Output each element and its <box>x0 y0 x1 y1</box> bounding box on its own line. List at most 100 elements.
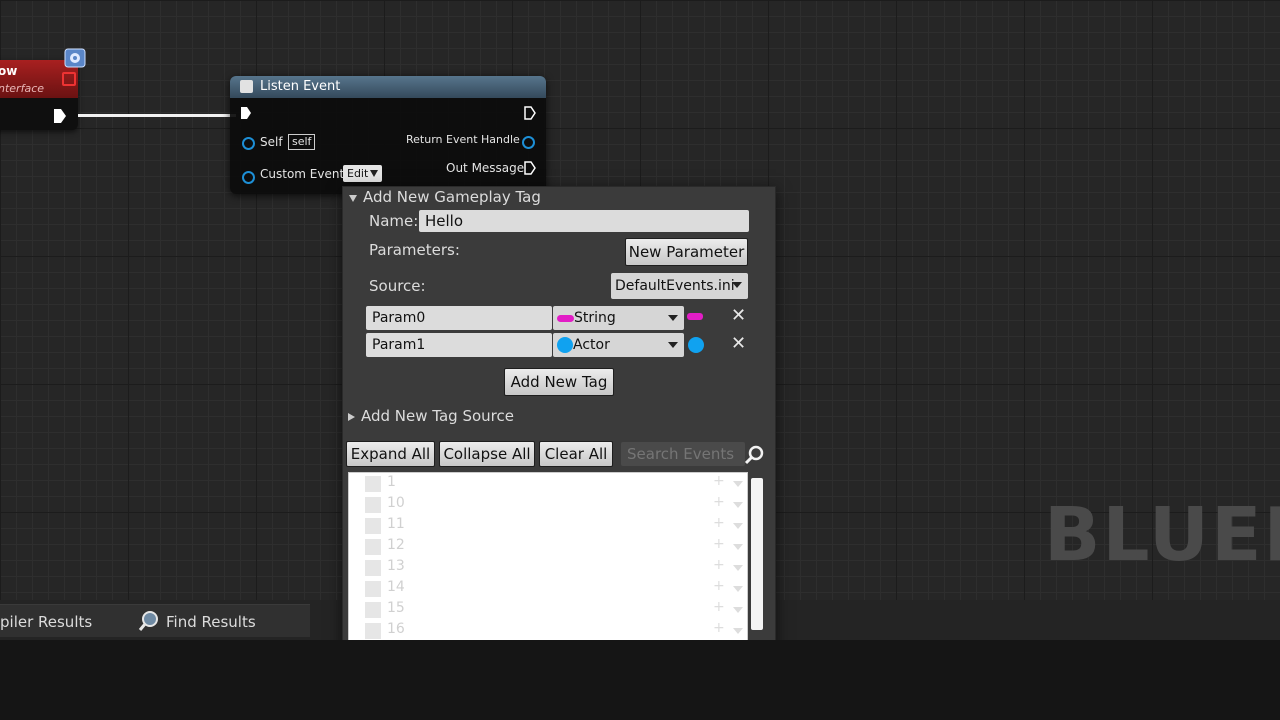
search-icon[interactable] <box>744 444 766 466</box>
find-results-search-icon <box>138 611 158 631</box>
exec-wire <box>78 114 236 117</box>
add-new-tag-source-header[interactable]: Add New Tag Source <box>348 407 514 425</box>
tag-checkbox[interactable] <box>365 602 381 618</box>
custom-event-pin[interactable] <box>242 171 255 184</box>
new-parameter-button[interactable]: New Parameter <box>625 238 748 266</box>
add-subtag-icon[interactable]: + <box>713 599 725 615</box>
node-title: Listen Event <box>260 79 341 94</box>
add-new-gameplay-tag-header[interactable]: Add New Gameplay Tag <box>349 188 541 206</box>
tag-checkbox[interactable] <box>365 476 381 492</box>
list-item[interactable]: 1 + <box>349 473 747 494</box>
expand-arrow-icon <box>348 413 355 421</box>
list-item[interactable]: 12 + <box>349 536 747 557</box>
custom-event-label: Custom Event <box>260 167 345 181</box>
chevron-down-icon[interactable] <box>733 481 743 487</box>
expand-all-button[interactable]: Expand All <box>346 441 435 467</box>
add-subtag-icon[interactable]: + <box>713 473 725 489</box>
self-value: self <box>288 134 316 150</box>
param1-type-value: Actor <box>573 337 610 353</box>
add-tag-source-label: Add New Tag Source <box>361 407 514 425</box>
tag-label: 16 <box>387 621 405 637</box>
chevron-down-icon[interactable] <box>733 544 743 550</box>
clear-all-button[interactable]: Clear All <box>539 441 613 467</box>
search-events-input[interactable] <box>621 442 745 466</box>
param0-type-dropdown[interactable]: String <box>553 306 684 330</box>
remove-param1-button[interactable]: ✕ <box>731 335 746 353</box>
list-scrollbar-thumb[interactable] <box>751 478 763 630</box>
chevron-down-icon <box>732 282 742 288</box>
add-subtag-icon[interactable]: + <box>713 494 725 510</box>
tag-checkbox[interactable] <box>365 560 381 576</box>
edit-button[interactable]: Edit <box>343 165 383 182</box>
tag-checkbox[interactable] <box>365 497 381 513</box>
add-subtag-icon[interactable]: + <box>713 536 725 552</box>
chevron-down-icon[interactable] <box>733 607 743 613</box>
tag-label: 1 <box>387 474 396 490</box>
chevron-down-icon[interactable] <box>733 586 743 592</box>
param0-type-value: String <box>574 310 616 326</box>
chevron-down-icon[interactable] <box>733 523 743 529</box>
tag-checkbox[interactable] <box>365 623 381 639</box>
tag-label: 11 <box>387 516 405 532</box>
remove-param0-button[interactable]: ✕ <box>731 307 746 325</box>
chevron-down-icon[interactable] <box>733 628 743 634</box>
self-label: Self <box>260 135 283 149</box>
param1-type-dropdown[interactable]: Actor <box>553 333 684 357</box>
list-item[interactable]: 15 + <box>349 599 747 620</box>
add-subtag-icon[interactable]: + <box>713 557 725 573</box>
actor-type-icon <box>557 337 573 353</box>
exec-output-pin[interactable] <box>53 108 67 124</box>
tag-label: 14 <box>387 579 405 595</box>
tag-checkbox[interactable] <box>365 539 381 555</box>
object-pin-icon <box>688 337 704 353</box>
add-subtag-icon[interactable]: + <box>713 578 725 594</box>
tag-name-input[interactable] <box>419 210 749 232</box>
tag-checkbox[interactable] <box>365 581 381 597</box>
listen-event-node[interactable]: Listen Event Self self Return Event Hand… <box>230 76 546 194</box>
tag-label: 10 <box>387 495 405 511</box>
chevron-down-icon <box>668 342 678 348</box>
collapse-arrow-icon <box>349 195 357 202</box>
tag-label: 12 <box>387 537 405 553</box>
source-dropdown[interactable]: DefaultEvents.ini <box>611 273 748 299</box>
self-pin[interactable] <box>242 137 255 150</box>
tag-label: 15 <box>387 600 405 616</box>
list-item[interactable]: 16 + <box>349 620 747 641</box>
exec-output-pin[interactable] <box>524 106 536 120</box>
chevron-down-icon <box>668 315 678 321</box>
chevron-down-icon[interactable] <box>733 502 743 508</box>
header-label: Add New Gameplay Tag <box>363 188 541 206</box>
out-message-pin[interactable] <box>524 161 536 175</box>
collapse-all-button[interactable]: Collapse All <box>439 441 535 467</box>
list-item[interactable]: 13 + <box>349 557 747 578</box>
node-title: ow <box>0 64 18 78</box>
blueprint-watermark: BLUEP <box>1044 492 1280 578</box>
node-header: Listen Event <box>230 76 546 98</box>
add-new-tag-button[interactable]: Add New Tag <box>504 368 614 396</box>
tag-label: 13 <box>387 558 405 574</box>
list-item[interactable]: 11 + <box>349 515 747 536</box>
exec-input-pin[interactable] <box>240 106 252 120</box>
return-event-handle-label: Return Event Handle <box>406 133 520 146</box>
add-subtag-icon[interactable]: + <box>713 620 725 636</box>
edit-button-label: Edit <box>347 167 369 180</box>
string-type-icon <box>557 314 574 322</box>
results-content-area <box>0 640 1280 720</box>
add-subtag-icon[interactable]: + <box>713 515 725 531</box>
function-icon <box>240 80 253 93</box>
list-item[interactable]: 14 + <box>349 578 747 599</box>
tab-compiler-results[interactable]: piler Results <box>0 613 92 631</box>
interface-message-icon <box>62 72 76 86</box>
interface-gear-icon <box>64 48 86 68</box>
source-value: DefaultEvents.ini <box>615 278 735 294</box>
chevron-down-icon[interactable] <box>733 565 743 571</box>
param1-name-input[interactable] <box>366 333 552 357</box>
tab-find-results[interactable]: Find Results <box>166 613 256 631</box>
tag-checkbox[interactable] <box>365 518 381 534</box>
node-subtitle: nterface <box>0 82 45 95</box>
out-message-label: Out Message <box>446 161 525 175</box>
return-event-handle-pin[interactable] <box>522 136 535 149</box>
param0-name-input[interactable] <box>366 306 552 330</box>
string-pin-icon <box>687 313 703 320</box>
list-item[interactable]: 10 + <box>349 494 747 515</box>
